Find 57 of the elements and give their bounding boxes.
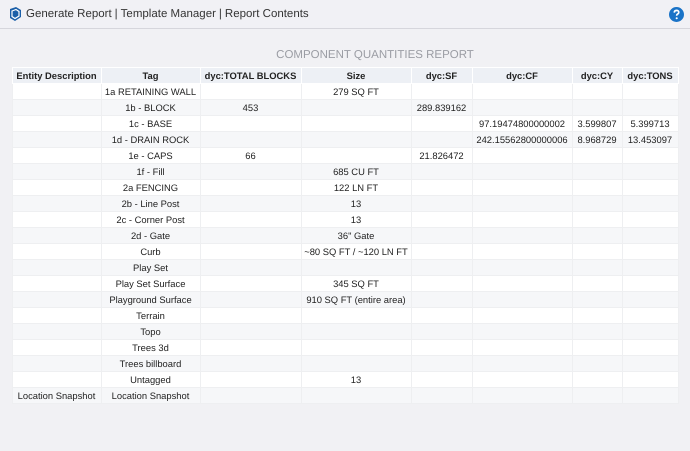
help-icon[interactable] bbox=[669, 6, 684, 22]
table-cell: 1b - BLOCK bbox=[101, 100, 200, 116]
column-header: Entity Description bbox=[12, 68, 101, 84]
table-cell: 36" Gate bbox=[301, 228, 411, 244]
table-cell: Playground Surface bbox=[101, 292, 200, 308]
table-cell: Play Set bbox=[101, 260, 200, 276]
table-cell: 66 bbox=[200, 148, 301, 164]
table-cell: 279 SQ FT bbox=[301, 84, 411, 100]
table-cell: 685 CU FT bbox=[301, 164, 411, 180]
table-cell: 2b - Line Post bbox=[101, 196, 200, 212]
column-header: dyc:SF bbox=[411, 68, 472, 84]
column-header: dyc:CF bbox=[472, 68, 572, 84]
table-cell: 97.19474800000002 bbox=[472, 116, 572, 132]
report-title: COMPONENT QUANTITIES REPORT bbox=[275, 49, 474, 61]
table-cell: Topo bbox=[101, 324, 200, 340]
nav-link[interactable]: Template Manager bbox=[120, 8, 216, 20]
separator: | bbox=[218, 8, 222, 20]
logo-icon bbox=[7, 6, 23, 22]
column-header: dyc:CY bbox=[572, 68, 622, 84]
table-cell: Location Snapshot bbox=[12, 388, 101, 404]
table-cell: 21.826472 bbox=[411, 148, 472, 164]
table-cell: 13 bbox=[301, 212, 411, 228]
column-header: Size bbox=[301, 68, 411, 84]
column-header: dyc:TOTAL BLOCKS bbox=[200, 68, 301, 84]
separator: | bbox=[114, 8, 118, 20]
table-cell: 1a RETAINING WALL bbox=[101, 84, 200, 100]
nav-link[interactable]: Report Contents bbox=[224, 8, 309, 20]
table-cell: 2d - Gate bbox=[101, 228, 200, 244]
table-cell: 289.839162 bbox=[411, 100, 472, 116]
table-cell: ~80 SQ FT / ~120 LN FT bbox=[301, 244, 411, 260]
table-cell: Curb bbox=[101, 244, 200, 260]
table-cell: Terrain bbox=[101, 308, 200, 324]
table-cell: 1f - Fill bbox=[101, 164, 200, 180]
table-cell: Trees billboard bbox=[101, 356, 200, 372]
table-cell: 122 LN FT bbox=[301, 180, 411, 196]
table-cell: 5.399713 bbox=[622, 116, 678, 132]
table-cell: 910 SQ FT (entire area) bbox=[301, 292, 411, 308]
nav-link[interactable]: Generate Report bbox=[26, 8, 112, 20]
table-cell: 1c - BASE bbox=[101, 116, 200, 132]
column-header: dyc:TONS bbox=[622, 68, 678, 84]
table-cell: 13.453097 bbox=[622, 132, 678, 148]
table-cell: 242.15562800000006 bbox=[472, 132, 572, 148]
table-cell: 345 SQ FT bbox=[301, 276, 411, 292]
table-cell: 453 bbox=[200, 100, 301, 116]
table-cell: 1e - CAPS bbox=[101, 148, 200, 164]
table-cell: Untagged bbox=[101, 372, 200, 388]
table-cell: 13 bbox=[301, 372, 411, 388]
table-cell: 13 bbox=[301, 196, 411, 212]
column-header: Tag bbox=[101, 68, 200, 84]
table-cell: Play Set Surface bbox=[101, 276, 200, 292]
table-cell: Location Snapshot bbox=[101, 388, 200, 404]
table-cell: 8.968729 bbox=[572, 132, 622, 148]
table-cell: 2a FENCING bbox=[101, 180, 200, 196]
table-cell: 2c - Corner Post bbox=[101, 212, 200, 228]
table-cell: Trees 3d bbox=[101, 340, 200, 356]
table-cell: 3.599807 bbox=[572, 116, 622, 132]
table-cell: 1d - DRAIN ROCK bbox=[101, 132, 200, 148]
